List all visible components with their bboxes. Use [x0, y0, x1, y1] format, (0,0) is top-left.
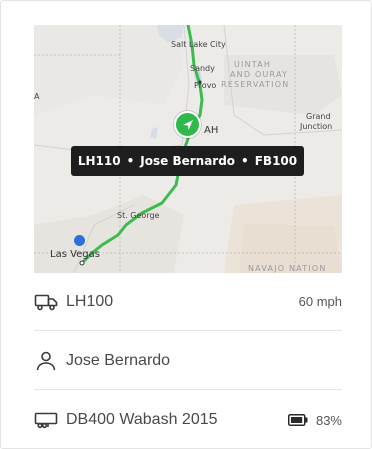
- truck-icon: [34, 294, 58, 310]
- trailer-battery: 83%: [287, 412, 342, 428]
- battery-icon: [287, 414, 308, 426]
- tooltip-separator: •: [126, 154, 135, 168]
- battery-percent: 83%: [315, 412, 342, 428]
- trailer-row[interactable]: DB400 Wabash 2015 83%: [34, 391, 342, 449]
- map-label-edge: A: [34, 92, 40, 101]
- vehicle-tooltip: LH110 • Jose Bernardo • FB100: [71, 146, 304, 176]
- map-label-ouray: AND OURAY: [230, 70, 289, 79]
- tooltip-driver: Jose Bernardo: [140, 154, 236, 168]
- tooltip-trailer: FB100: [254, 154, 298, 168]
- map-label-utah: AH: [204, 125, 219, 136]
- map-label-grand: Grand: [306, 112, 331, 121]
- location-dot[interactable]: [74, 235, 85, 246]
- map-label-provo: Provo: [194, 81, 217, 90]
- person-icon: [36, 351, 56, 370]
- map-label-junction: Junction: [300, 122, 333, 131]
- navigation-arrow-icon: [182, 119, 193, 130]
- trailer-name: DB400 Wabash 2015: [66, 411, 218, 428]
- trailer-icon: [34, 412, 58, 429]
- vehicle-row[interactable]: LH100 60 mph: [34, 273, 342, 331]
- vehicle-name: LH100: [66, 292, 114, 310]
- map-label-las-vegas: Las Vegas: [50, 249, 100, 260]
- driver-name: Jose Bernardo: [66, 351, 171, 369]
- vehicle-marker[interactable]: [174, 111, 201, 138]
- driver-row[interactable]: Jose Bernardo: [34, 332, 342, 390]
- map-label-reservation: RESERVATION: [221, 80, 290, 89]
- map-label-st-george: St. George: [117, 211, 160, 220]
- vehicle-card: Salt Lake City Sandy Provo UINTAH AND OU…: [0, 0, 372, 449]
- tooltip-separator: •: [241, 154, 249, 168]
- map-label-salt-lake-city: Salt Lake City: [171, 40, 226, 49]
- map-label-sandy: Sandy: [190, 64, 215, 73]
- tooltip-vehicle: LH110: [77, 154, 121, 168]
- vehicle-speed: 60 mph: [298, 294, 342, 309]
- map-label-navajo-nation: NAVAJO NATION: [248, 264, 327, 273]
- map-label-uintah: UINTAH: [234, 60, 272, 69]
